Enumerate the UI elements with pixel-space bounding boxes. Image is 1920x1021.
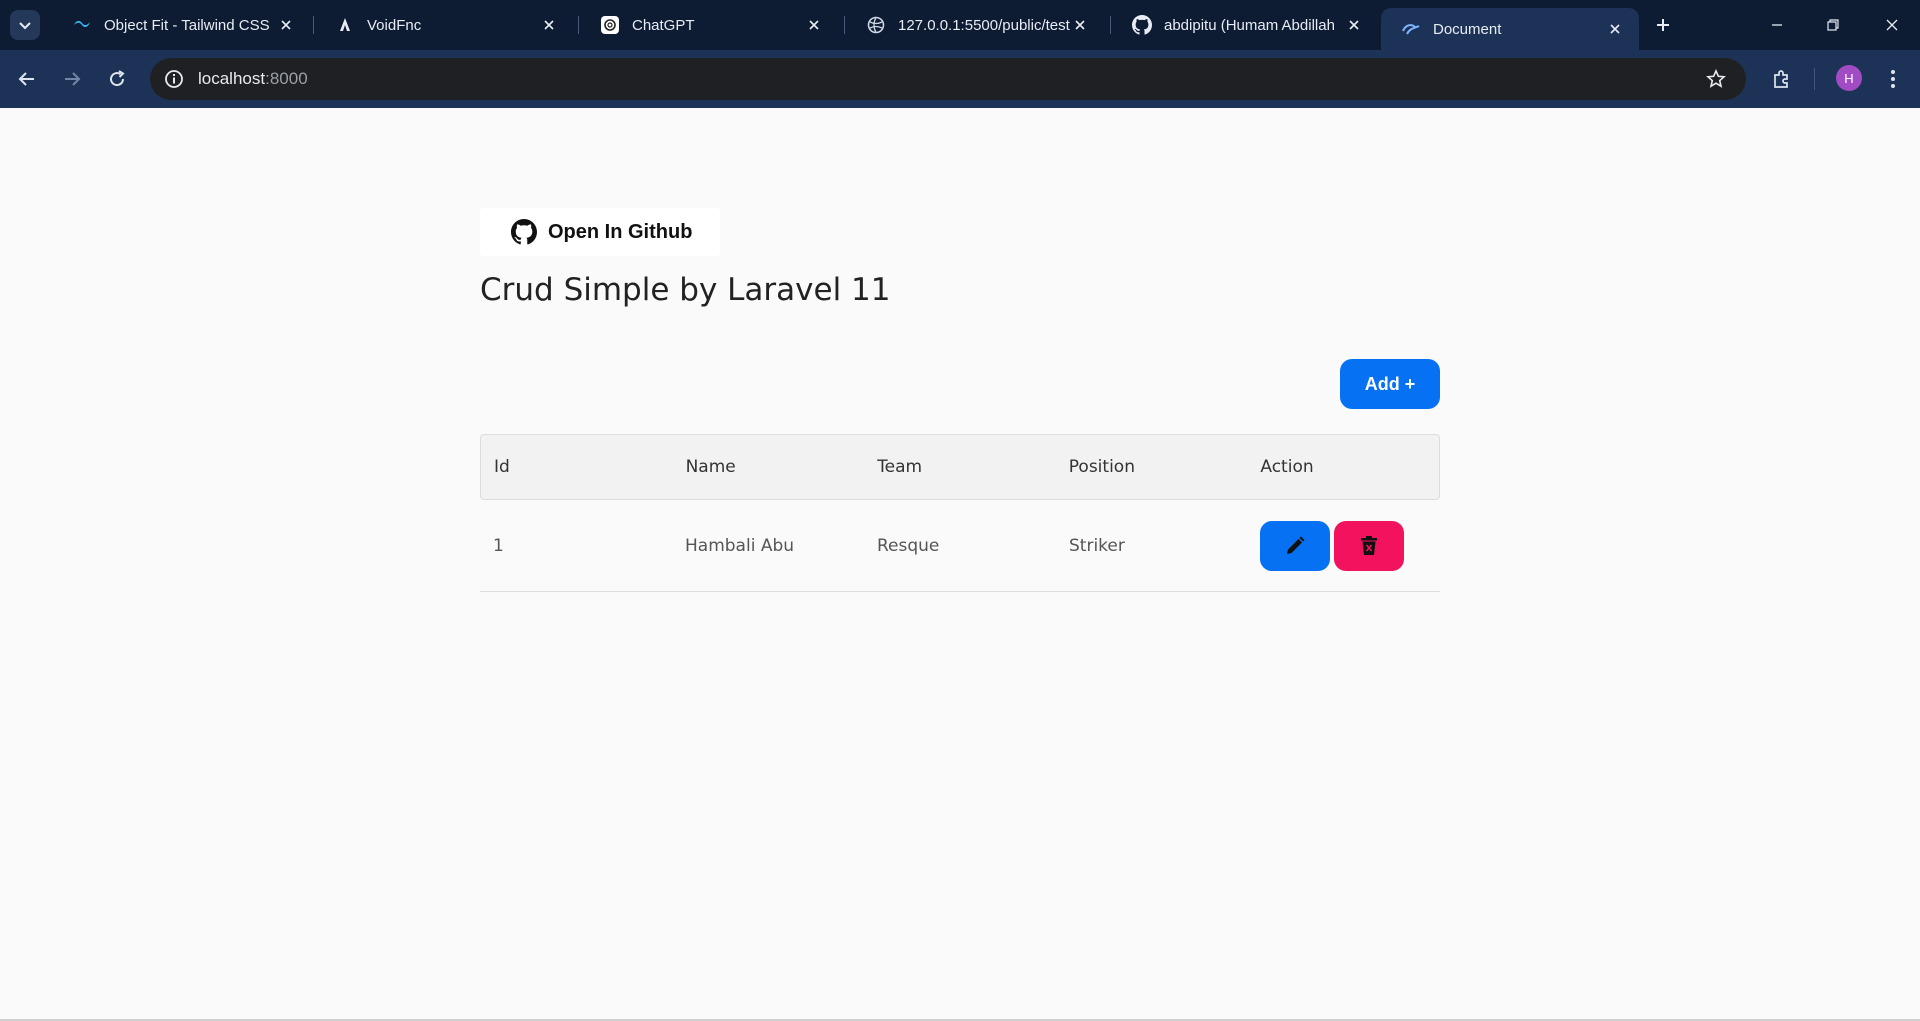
more-vertical-icon <box>1891 70 1895 88</box>
profile-avatar[interactable]: H <box>1836 65 1862 91</box>
header-action: Action <box>1260 457 1314 477</box>
document-icon <box>1401 19 1421 39</box>
url-port: :8000 <box>265 69 308 88</box>
page-title: Crud Simple by Laravel 11 <box>480 272 891 308</box>
tab-title: Object Fit - Tailwind CSS <box>104 16 270 34</box>
cell-team: Resque <box>877 535 940 556</box>
edit-button[interactable] <box>1260 520 1330 571</box>
tab-object-fit[interactable]: Object Fit - Tailwind CSS <box>52 8 310 42</box>
url-text: localhost:8000 <box>198 69 308 89</box>
address-bar[interactable]: localhost:8000 <box>150 58 1746 100</box>
arrow-left-icon <box>18 72 34 86</box>
tab-title: abdipitu (Humam Abdillah <box>1164 16 1335 34</box>
reload-icon <box>110 70 125 87</box>
add-button[interactable]: Add + <box>1340 359 1440 409</box>
back-button[interactable] <box>12 64 42 94</box>
open-in-github-label: Open In Github <box>548 220 693 243</box>
restore-button[interactable] <box>1820 12 1846 38</box>
minimize-button[interactable] <box>1764 12 1790 38</box>
tab-separator <box>844 16 845 34</box>
close-icon <box>1886 19 1898 31</box>
puzzle-icon <box>1774 70 1788 88</box>
header-team: Team <box>877 457 923 477</box>
trash-icon <box>1361 535 1377 555</box>
cell-name: Hambali Abu <box>685 535 795 556</box>
tab-github-profile[interactable]: abdipitu (Humam Abdillah <box>1112 8 1378 42</box>
header-name: Name <box>685 457 736 477</box>
tab-title: Document <box>1433 20 1502 38</box>
arrow-right-icon <box>65 72 81 86</box>
close-icon[interactable] <box>1605 19 1625 39</box>
reload-button[interactable] <box>102 64 132 94</box>
tab-separator <box>578 16 579 34</box>
tab-title: ChatGPT <box>632 16 695 34</box>
toolbar-separator <box>1814 68 1815 90</box>
plus-icon <box>1657 19 1669 31</box>
tab-local-test[interactable]: 127.0.0.1:5500/public/test.l <box>846 8 1104 42</box>
players-table: Id Name Team Position Action 1 Hambali A… <box>480 434 1440 592</box>
minimize-icon <box>1772 24 1782 26</box>
tab-search-button[interactable] <box>10 10 40 40</box>
close-icon[interactable] <box>276 15 296 35</box>
delete-button[interactable] <box>1334 520 1404 571</box>
tab-separator <box>313 16 314 34</box>
tab-voidfnc[interactable]: VoidFnc <box>315 8 573 42</box>
voidfnc-icon <box>335 15 355 35</box>
tab-chatgpt[interactable]: ChatGPT <box>580 8 838 42</box>
chevron-down-icon <box>19 22 31 30</box>
extensions-button[interactable] <box>1766 64 1796 94</box>
cell-id: 1 <box>493 535 504 556</box>
page-content: Open In Github Crud Simple by Laravel 11… <box>0 108 1920 1021</box>
pencil-icon <box>1287 536 1305 554</box>
browser-tab-strip: Object Fit - Tailwind CSS VoidFnc ChatGP… <box>0 0 1920 50</box>
tailwind-icon <box>72 15 92 35</box>
globe-icon <box>866 15 886 35</box>
close-icon[interactable] <box>539 15 559 35</box>
new-tab-button[interactable] <box>1650 12 1676 38</box>
browser-toolbar: localhost:8000 H <box>0 50 1920 108</box>
table-row: 1 Hambali Abu Resque Striker <box>480 500 1440 592</box>
github-icon <box>510 218 538 246</box>
browser-menu-button[interactable] <box>1878 64 1908 94</box>
chatgpt-icon <box>600 15 620 35</box>
github-icon <box>1132 15 1152 35</box>
header-position: Position <box>1068 457 1135 477</box>
url-host: localhost <box>198 69 266 88</box>
cell-position: Striker <box>1069 535 1125 556</box>
table-header: Id Name Team Position Action <box>480 434 1440 500</box>
tab-document[interactable]: Document <box>1381 8 1639 50</box>
close-window-button[interactable] <box>1879 12 1905 38</box>
close-icon[interactable] <box>1070 15 1090 35</box>
close-icon[interactable] <box>804 15 824 35</box>
cell-actions <box>1248 520 1440 571</box>
tab-title: VoidFnc <box>367 16 422 34</box>
bookmark-star-icon[interactable] <box>1704 67 1728 91</box>
forward-button[interactable] <box>57 64 87 94</box>
tab-title: 127.0.0.1:5500/public/test.l <box>898 16 1070 34</box>
close-icon[interactable] <box>1344 15 1364 35</box>
open-in-github-button[interactable]: Open In Github <box>480 208 720 256</box>
header-id: Id <box>494 457 510 477</box>
restore-icon <box>1827 19 1839 31</box>
tab-separator <box>1110 16 1111 34</box>
site-info-icon[interactable] <box>162 67 186 91</box>
